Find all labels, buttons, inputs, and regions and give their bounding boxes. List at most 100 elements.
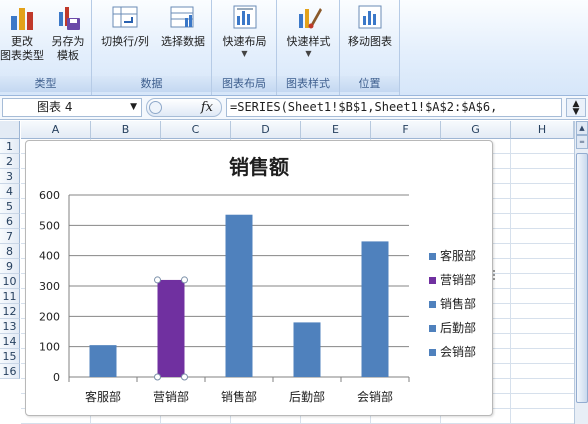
- quick-layout-icon: [233, 5, 256, 29]
- column-header[interactable]: G: [441, 121, 511, 139]
- legend-item[interactable]: 营销部: [427, 268, 489, 292]
- group-label-data: 数据: [92, 76, 211, 92]
- legend-swatch: [429, 325, 436, 332]
- ribbon-group-location: 移动图表 位置: [340, 0, 400, 95]
- save-as-template-label: 另存为 模板: [51, 35, 85, 62]
- column-header[interactable]: A: [21, 121, 91, 139]
- legend-item[interactable]: 会销部: [427, 340, 489, 364]
- x-tick-label: 营销部: [153, 389, 189, 404]
- row-header[interactable]: 5: [0, 199, 20, 214]
- column-header[interactable]: F: [371, 121, 441, 139]
- x-tick-label: 会销部: [357, 389, 393, 404]
- row-header[interactable]: 16: [0, 364, 20, 379]
- chart[interactable]: 销售额 0 100 200 300 400 500 600 客服部 营销部 销售部 后勤部 会销部 客…: [25, 140, 496, 417]
- move-chart-button[interactable]: 移动图表: [342, 2, 398, 49]
- move-chart-icon: [358, 5, 382, 29]
- switch-row-column-label: 切换行/列: [101, 35, 149, 48]
- column-header[interactable]: D: [231, 121, 301, 139]
- legend-label: 营销部: [440, 273, 477, 287]
- formula-bar: 图表 4 ▼ fx =SERIES(Sheet1!$B$1,Sheet1!$A$…: [0, 96, 588, 120]
- row-header[interactable]: 7: [0, 229, 20, 244]
- row-header[interactable]: 2: [0, 154, 20, 169]
- column-header[interactable]: C: [161, 121, 231, 139]
- change-chart-type-label: 更改 图表类型: [0, 35, 44, 62]
- ribbon-group-chart-style: 快速样式 ▼ 图表样式: [277, 0, 340, 95]
- row-header[interactable]: 11: [0, 289, 20, 304]
- ribbon: 更改 图表类型 另存为 模板 类型 切换行/列 选择数据 数据 快速布局 ▼ 图…: [0, 0, 588, 96]
- switch-row-column-button[interactable]: 切换行/列: [94, 2, 156, 49]
- row-header[interactable]: 8: [0, 244, 20, 259]
- row-header[interactable]: 15: [0, 349, 20, 364]
- group-label-location: 位置: [340, 76, 399, 92]
- row-header[interactable]: 13: [0, 319, 20, 334]
- column-header[interactable]: E: [301, 121, 371, 139]
- save-as-template-button[interactable]: 另存为 模板: [46, 2, 90, 63]
- ribbon-group-type: 更改 图表类型 另存为 模板 类型: [0, 0, 92, 95]
- resize-handle-icon[interactable]: [492, 269, 496, 281]
- quick-style-icon: [298, 8, 322, 29]
- scroll-thumb[interactable]: [576, 153, 588, 403]
- row-header[interactable]: 1: [0, 139, 20, 154]
- x-tick-label: 后勤部: [289, 389, 325, 404]
- chevron-down-icon: ▼: [572, 107, 580, 117]
- row-header[interactable]: 6: [0, 214, 20, 229]
- select-data-button[interactable]: 选择数据: [156, 2, 210, 49]
- select-data-icon: [170, 6, 194, 28]
- legend-swatch: [429, 253, 436, 260]
- quick-style-button[interactable]: 快速样式 ▼: [279, 2, 338, 59]
- legend-item[interactable]: 客服部: [427, 244, 489, 268]
- quick-layout-button[interactable]: 快速布局 ▼: [214, 2, 275, 59]
- formula-input[interactable]: =SERIES(Sheet1!$B$1,Sheet1!$A$2:$A$6,: [226, 98, 562, 117]
- row-header[interactable]: 12: [0, 304, 20, 319]
- x-tick-label: 客服部: [85, 389, 121, 404]
- quick-style-label: 快速样式: [286, 35, 331, 48]
- insert-function-button[interactable]: fx: [146, 98, 222, 117]
- vertical-scrollbar[interactable]: ▲ ═: [574, 121, 588, 424]
- scroll-up-button[interactable]: ▲: [576, 121, 588, 135]
- switch-row-column-icon: [112, 6, 138, 28]
- split-box[interactable]: ═: [576, 135, 588, 149]
- row-header[interactable]: 14: [0, 334, 20, 349]
- y-tick-label: 0: [53, 371, 60, 384]
- chevron-down-icon: ▼: [241, 49, 248, 58]
- change-chart-type-button[interactable]: 更改 图表类型: [0, 2, 44, 63]
- group-label-chart-style: 图表样式: [277, 76, 339, 92]
- name-box-value: 图表 4: [37, 100, 73, 114]
- plot-area[interactable]: 0 100 200 300 400 500 600 客服部 营销部 销售部 后勤部 会销部: [26, 141, 426, 417]
- legend-item[interactable]: 后勤部: [427, 316, 489, 340]
- cancel-icon: [149, 101, 162, 114]
- group-label-chart-layout: 图表布局: [212, 76, 276, 92]
- column-header[interactable]: H: [511, 121, 574, 139]
- select-data-label: 选择数据: [161, 35, 205, 48]
- fx-label: fx: [200, 100, 213, 115]
- selection-handle: [181, 276, 188, 284]
- bar: [89, 345, 117, 377]
- row-header[interactable]: 3: [0, 169, 20, 184]
- y-tick-label: 300: [39, 280, 60, 293]
- chevron-down-icon: ▼: [305, 49, 312, 58]
- legend-label: 会销部: [440, 345, 477, 359]
- y-tick-label: 100: [39, 341, 60, 354]
- row-header[interactable]: 9: [0, 259, 20, 274]
- quick-layout-label: 快速布局: [222, 35, 267, 48]
- chart-legend[interactable]: 客服部营销部销售部后勤部会销部: [427, 244, 489, 364]
- row-header[interactable]: 4: [0, 184, 20, 199]
- legend-label: 客服部: [440, 249, 477, 263]
- legend-label: 销售部: [440, 297, 477, 311]
- selection-handle: [181, 373, 188, 381]
- legend-swatch: [429, 349, 436, 356]
- row-header[interactable]: 10: [0, 274, 20, 289]
- y-tick-label: 400: [39, 250, 60, 263]
- expand-formula-bar-button[interactable]: ▲ ▼: [566, 98, 586, 117]
- legend-item[interactable]: 销售部: [427, 292, 489, 316]
- name-box[interactable]: 图表 4 ▼: [2, 98, 142, 117]
- ribbon-group-chart-layout: 快速布局 ▼ 图表布局: [212, 0, 277, 95]
- y-tick-label: 200: [39, 310, 60, 323]
- legend-label: 后勤部: [440, 321, 477, 335]
- column-header[interactable]: B: [91, 121, 161, 139]
- select-all-corner[interactable]: [0, 121, 20, 139]
- chevron-down-icon[interactable]: ▼: [130, 99, 137, 116]
- y-tick-label: 600: [39, 189, 60, 202]
- selection-handle: [154, 276, 161, 284]
- ribbon-group-data: 切换行/列 选择数据 数据: [92, 0, 212, 95]
